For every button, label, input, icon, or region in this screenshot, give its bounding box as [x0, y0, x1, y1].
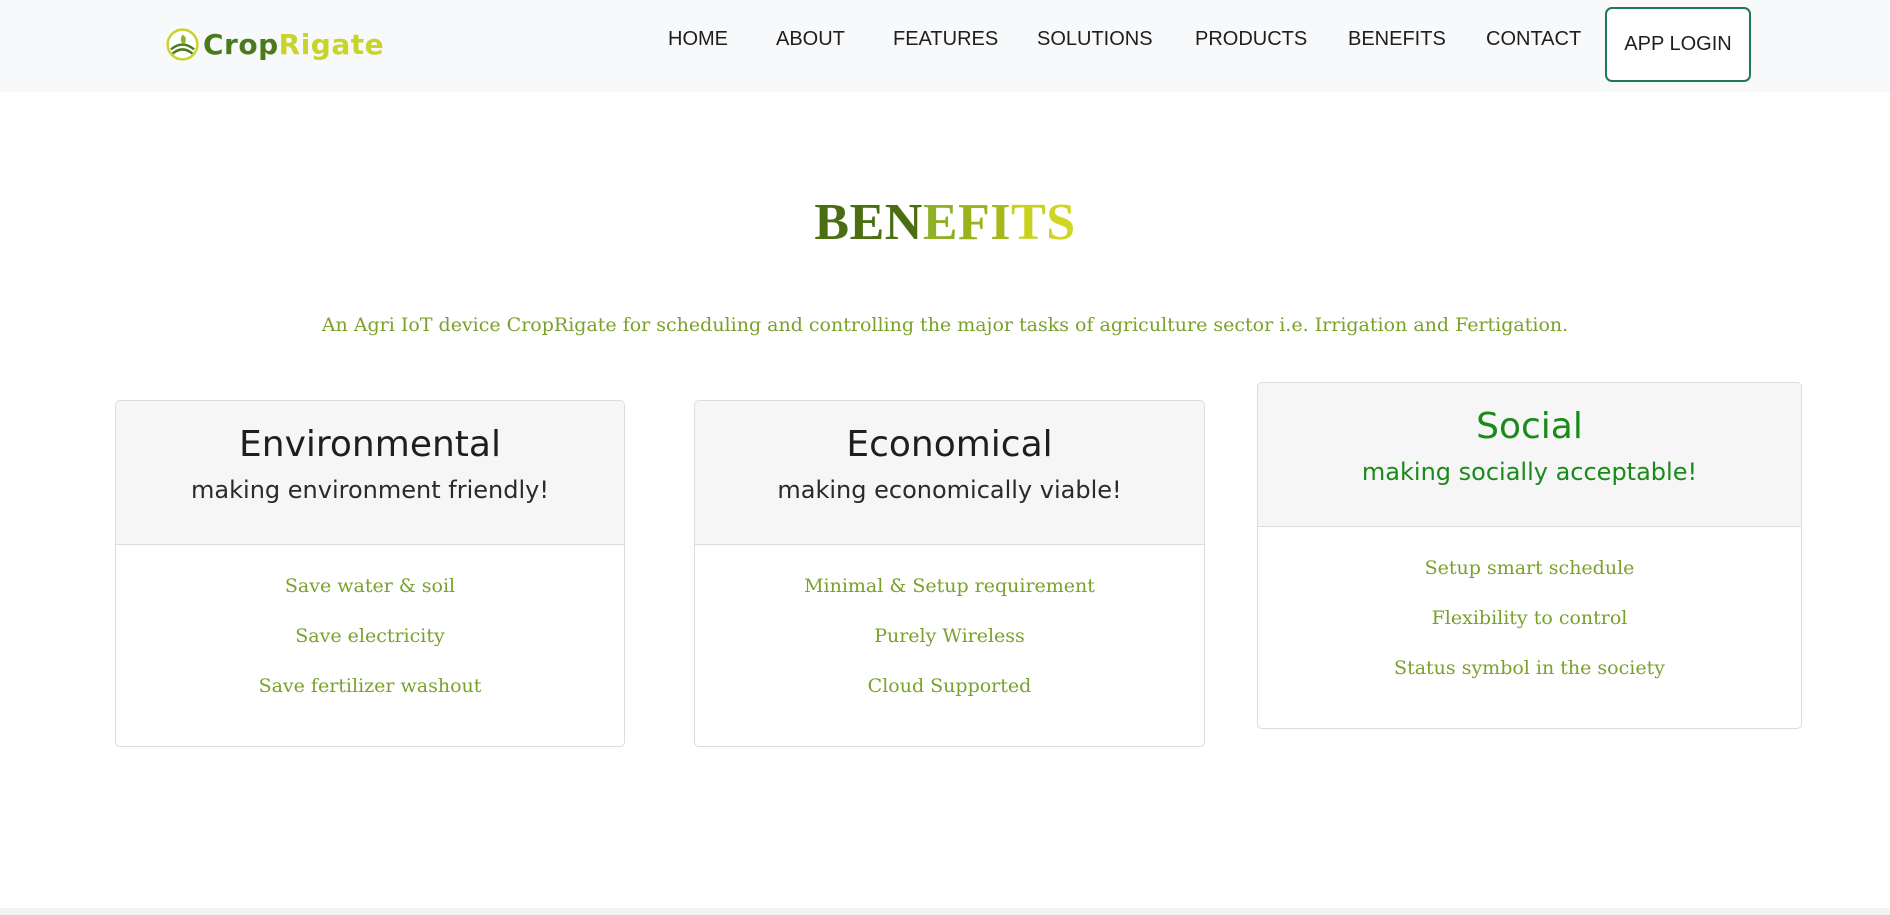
benefit-card-economical: Economical making economically viable! M…: [694, 400, 1205, 747]
card-list-item: Purely Wireless: [874, 625, 1025, 647]
benefit-card-social: Social making socially acceptable! Setup…: [1257, 382, 1802, 729]
leaf-field-icon: [166, 27, 199, 61]
card-subtitle: making environment friendly!: [191, 476, 549, 504]
card-list-item: Save fertilizer washout: [258, 675, 482, 697]
section-title-letter: N: [884, 194, 923, 251]
card-header: Economical making economically viable!: [695, 401, 1204, 545]
nav-benefits[interactable]: BENEFITS: [1348, 28, 1446, 51]
top-navbar: CropRigate HOME ABOUT FEATURES SOLUTIONS…: [0, 0, 1890, 92]
section-title-letter: T: [1011, 194, 1047, 251]
section-title-letter: E: [849, 194, 885, 251]
nav-solutions[interactable]: SOLUTIONS: [1037, 28, 1153, 51]
card-list-item: Minimal & Setup requirement: [804, 575, 1095, 597]
section-title-letter: I: [990, 194, 1012, 251]
card-list-item: Save electricity: [295, 625, 445, 647]
section-title-letter: B: [814, 194, 850, 251]
card-list-item: Status symbol in the society: [1394, 657, 1665, 679]
card-header: Environmental making environment friendl…: [116, 401, 624, 545]
section-title-letter: F: [958, 194, 991, 251]
card-subtitle: making economically viable!: [777, 476, 1122, 504]
section-title: BENEFITS: [0, 190, 1890, 256]
section-subtitle: An Agri IoT device CropRigate for schedu…: [321, 314, 1569, 336]
card-title: Social: [1476, 406, 1583, 447]
card-body: Setup smart schedule Flexibility to cont…: [1258, 527, 1801, 705]
benefit-card-environmental: Environmental making environment friendl…: [115, 400, 625, 747]
card-list-item: Setup smart schedule: [1424, 557, 1635, 579]
nav-products[interactable]: PRODUCTS: [1195, 28, 1307, 51]
nav-features[interactable]: FEATURES: [893, 28, 998, 51]
nav-home[interactable]: HOME: [668, 28, 728, 51]
brand-logo-link[interactable]: CropRigate: [166, 24, 384, 64]
card-body: Minimal & Setup requirement Purely Wirel…: [695, 545, 1204, 723]
card-subtitle: making socially acceptable!: [1361, 458, 1698, 486]
app-login-button[interactable]: APP LOGIN: [1605, 7, 1751, 82]
card-list-item: Save water & soil: [284, 575, 456, 597]
section-title-letter: E: [922, 194, 958, 251]
card-title: Economical: [846, 424, 1053, 465]
card-list-item: Flexibility to control: [1431, 607, 1628, 629]
card-title: Environmental: [239, 424, 501, 465]
card-list-item: Cloud Supported: [867, 675, 1032, 697]
section-title-letter: S: [1046, 194, 1076, 251]
brand-name: CropRigate: [203, 27, 385, 61]
card-header: Social making socially acceptable!: [1258, 383, 1801, 527]
footer-edge: [0, 908, 1890, 915]
nav-about[interactable]: ABOUT: [776, 28, 845, 51]
card-body: Save water & soil Save electricity Save …: [116, 545, 624, 723]
nav-contact[interactable]: CONTACT: [1486, 28, 1581, 51]
